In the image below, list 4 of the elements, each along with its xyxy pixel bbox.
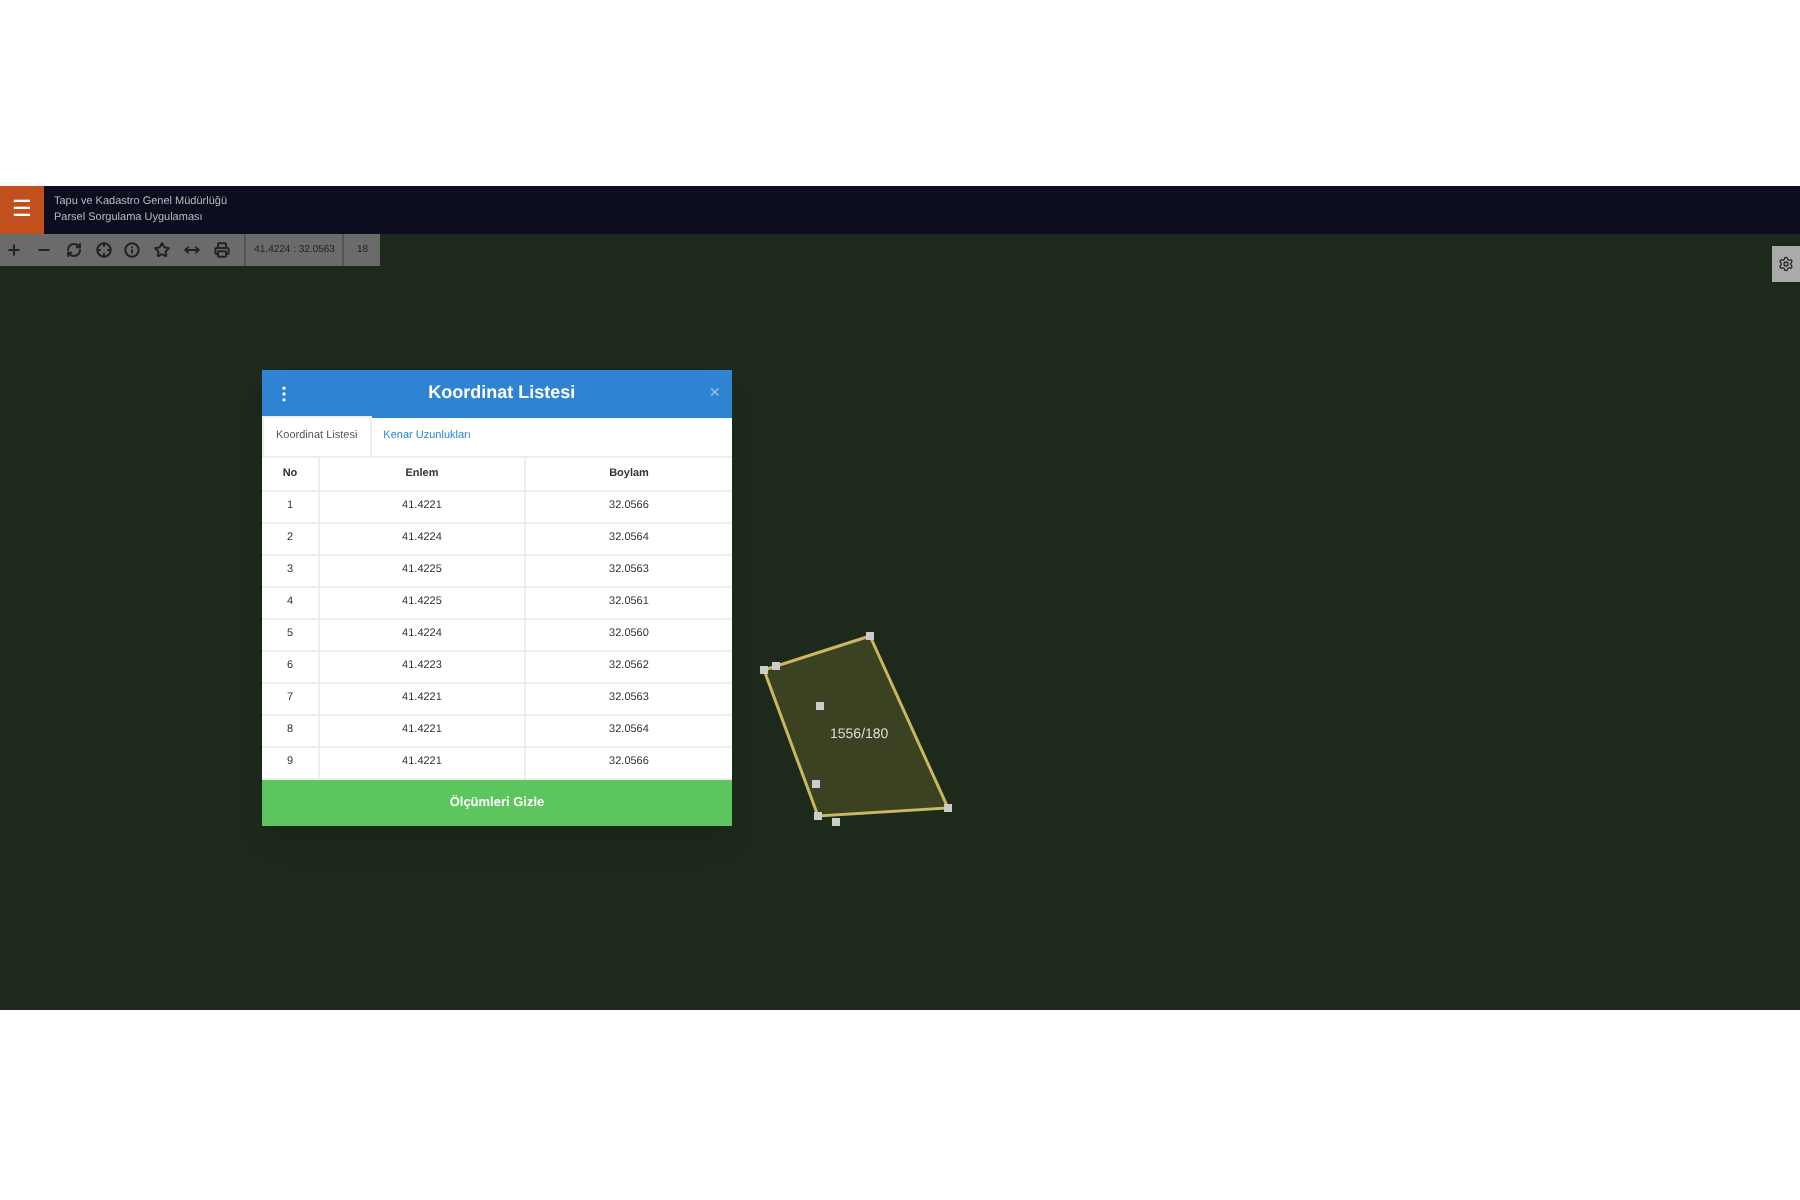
menu-button[interactable]: ☰ [0,186,44,234]
gear-icon [1778,256,1794,272]
dialog-title: Koordinat Listesi [426,380,578,407]
settings-button[interactable] [1772,246,1800,282]
